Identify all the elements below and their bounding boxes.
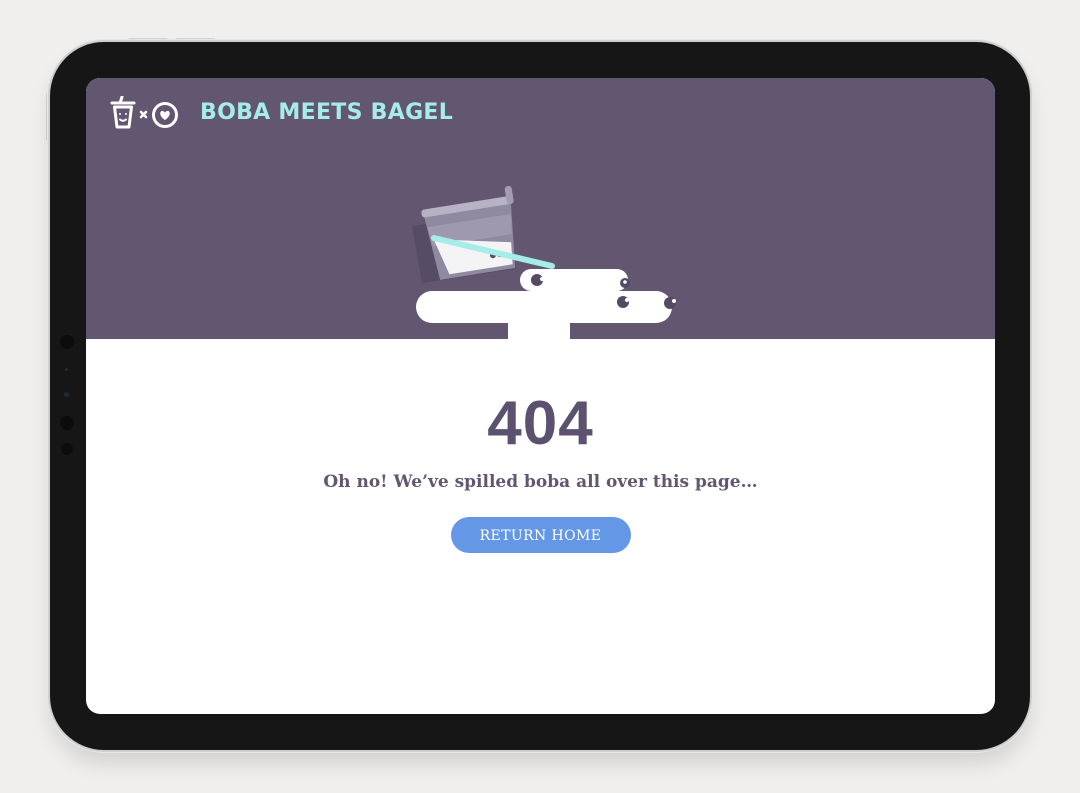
- sensor-dot: [61, 443, 73, 455]
- camera-dot: [60, 335, 74, 349]
- screen: BOBA MEETS BAGEL 404 Oh no! We’ve spille…: [86, 78, 995, 714]
- sensor-dot: [65, 368, 68, 371]
- sensor-dot: [60, 416, 74, 430]
- brand-logo[interactable]: BOBA MEETS BAGEL: [110, 96, 453, 130]
- header-banner: BOBA MEETS BAGEL: [86, 78, 995, 348]
- boba-cup-icon: [110, 96, 136, 129]
- camera-lens-dot: [64, 392, 69, 397]
- spilled-boba-cup-icon: [412, 185, 676, 348]
- return-home-button[interactable]: RETURN HOME: [450, 517, 631, 554]
- brand-name: BOBA MEETS BAGEL: [200, 100, 454, 125]
- logo-mark: [110, 96, 178, 129]
- error-message: Oh no! We’ve spilled boba all over this …: [323, 472, 758, 492]
- error-code: 404: [487, 389, 594, 458]
- boba-puddle: [416, 269, 672, 348]
- stage: BOBA MEETS BAGEL 404 Oh no! We’ve spille…: [0, 0, 1080, 793]
- bagel-heart-icon: [152, 102, 178, 128]
- times-icon: [139, 110, 148, 119]
- error-content: 404 Oh no! We’ve spilled boba all over t…: [86, 339, 995, 554]
